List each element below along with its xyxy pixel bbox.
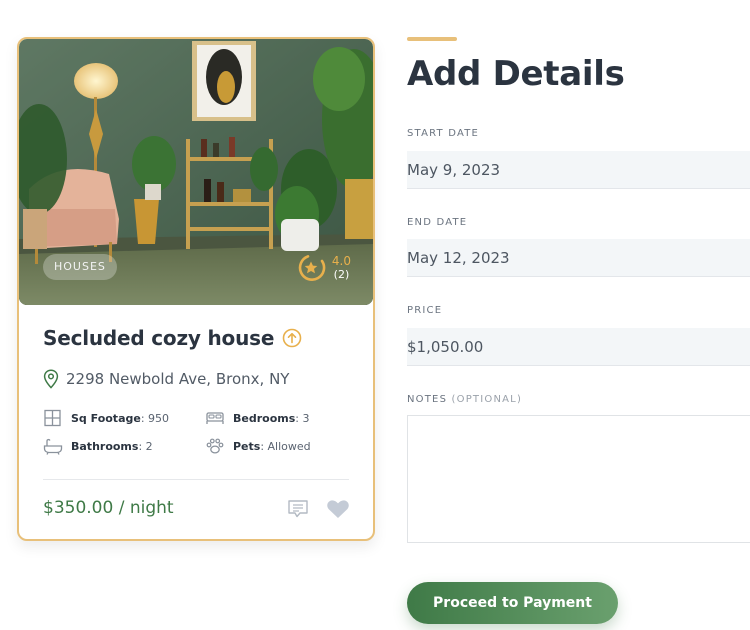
pets-value: : Allowed	[260, 439, 311, 453]
category-badge: HOUSES	[43, 254, 117, 280]
card-divider	[43, 479, 349, 480]
notes-label-text: NOTES	[407, 394, 448, 405]
feature-bedrooms: Bedrooms: 3	[205, 409, 309, 427]
bathrooms-label: Bathrooms	[71, 439, 139, 453]
price-label: PRICE	[407, 305, 443, 316]
nightly-price: $350.00 / night	[43, 498, 174, 518]
rating-score: 4.0	[331, 254, 351, 268]
feature-sq-footage: Sq Footage: 950	[43, 409, 169, 427]
sq-footage-value: : 950	[140, 411, 170, 425]
bedrooms-label: Bedrooms	[233, 411, 296, 425]
start-date-field[interactable]	[407, 151, 750, 189]
listing-title[interactable]: Secluded cozy house	[43, 326, 274, 350]
sq-footage-icon	[44, 409, 61, 427]
pets-label: Pets	[233, 439, 261, 453]
bathtub-icon	[43, 438, 63, 455]
listing-title-row: Secluded cozy house	[43, 326, 302, 350]
proceed-to-payment-button[interactable]: Proceed to Payment	[407, 582, 618, 624]
listing-card[interactable]: HOUSES 4.0 (2) Secluded cozy house 2298 …	[17, 37, 375, 541]
notes-textarea[interactable]	[407, 415, 750, 543]
price-field[interactable]	[407, 328, 750, 366]
rating-badge: 4.0 (2)	[296, 251, 351, 285]
notes-optional-hint: (OPTIONAL)	[451, 394, 523, 405]
end-date-label: END DATE	[407, 217, 468, 228]
review-count: (2)	[333, 268, 350, 281]
comment-icon[interactable]	[287, 499, 309, 519]
trending-up-icon	[282, 328, 302, 348]
listing-address-row: 2298 Newbold Ave, Bronx, NY	[43, 369, 289, 389]
map-pin-icon	[43, 369, 59, 389]
feature-pets: Pets: Allowed	[205, 437, 311, 455]
listing-photo[interactable]: HOUSES 4.0 (2)	[19, 39, 373, 305]
bathrooms-value: : 2	[138, 439, 153, 453]
title-accent-bar	[407, 37, 457, 41]
notes-label: NOTES (OPTIONAL)	[407, 394, 522, 405]
end-date-field[interactable]	[407, 239, 750, 277]
feature-bathrooms: Bathrooms: 2	[43, 437, 153, 455]
bed-icon	[206, 412, 224, 424]
page-title: Add Details	[407, 54, 625, 94]
start-date-label: START DATE	[407, 128, 480, 139]
listing-address: 2298 Newbold Ave, Bronx, NY	[66, 370, 290, 388]
bedrooms-value: : 3	[295, 411, 310, 425]
paw-icon	[206, 438, 224, 454]
sq-footage-label: Sq Footage	[71, 411, 141, 425]
star-ring-icon	[298, 255, 326, 281]
heart-icon[interactable]	[326, 499, 350, 519]
